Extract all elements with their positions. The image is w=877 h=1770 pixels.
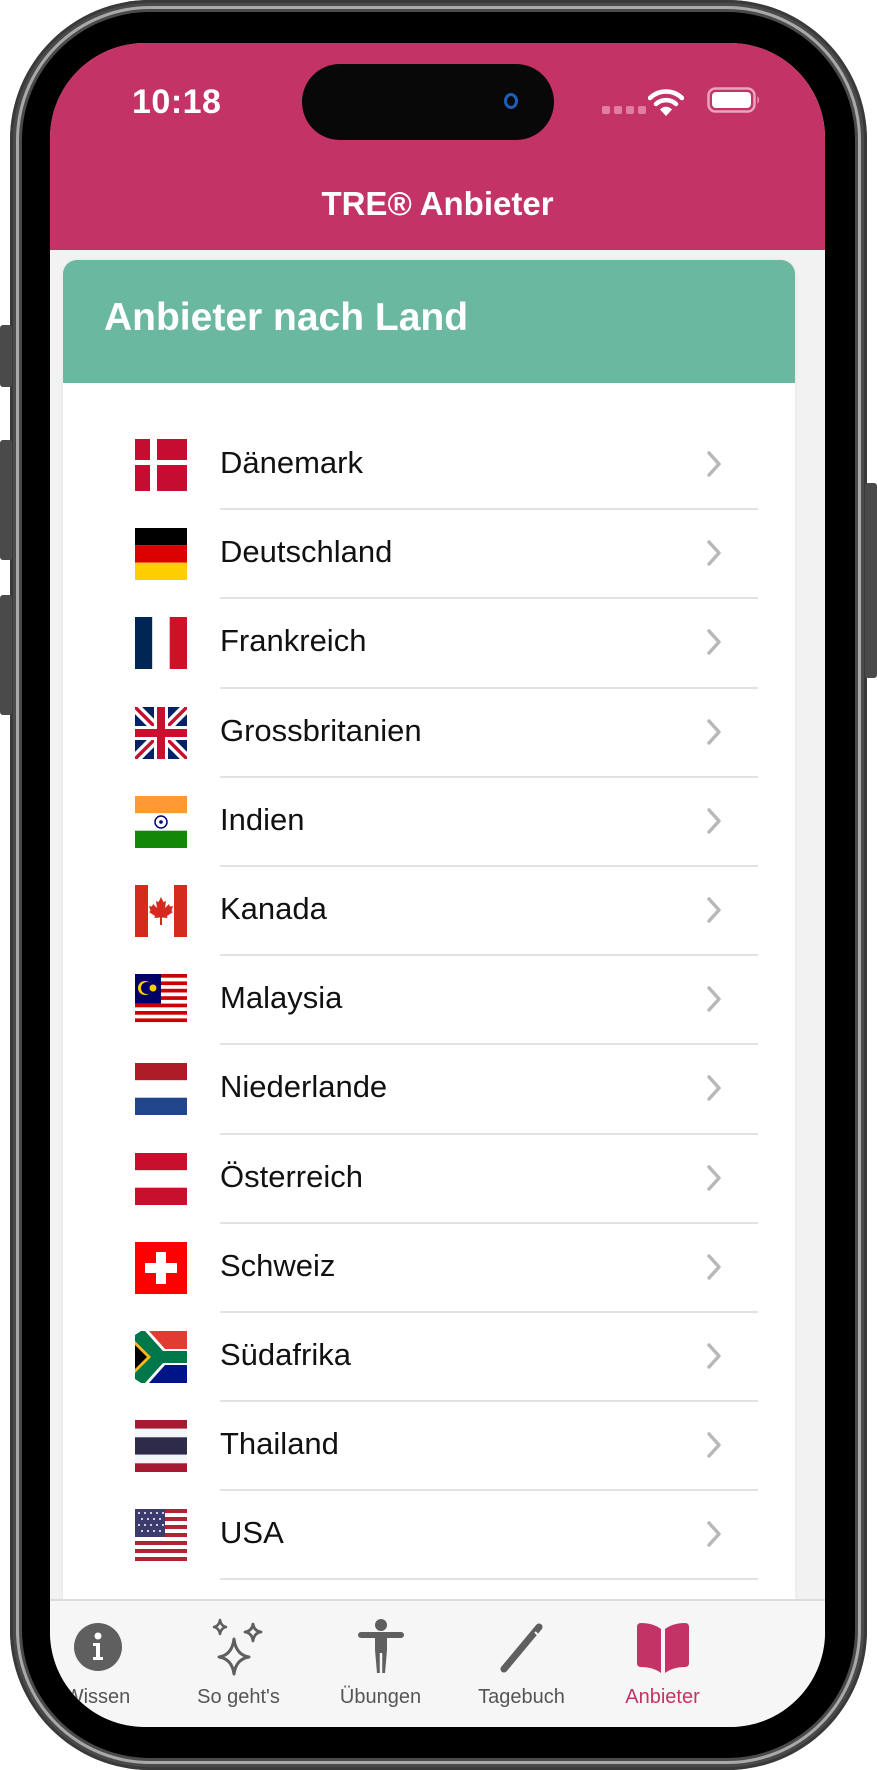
- country-label: Österreich: [220, 1158, 363, 1194]
- country-row[interactable]: USA: [63, 1491, 795, 1581]
- country-row[interactable]: Kanada: [63, 867, 795, 957]
- action-button: [0, 325, 12, 387]
- dynamic-island: [302, 64, 554, 140]
- austria-flag-icon: [135, 1152, 187, 1205]
- chevron-right-icon: [707, 1343, 721, 1369]
- chevron-right-icon: [707, 1164, 721, 1191]
- country-label: Südafrika: [220, 1336, 351, 1372]
- country-row[interactable]: Dänemark: [63, 421, 795, 511]
- chevron-right-icon: [707, 1432, 721, 1458]
- cellular-signal-icon: [602, 106, 646, 114]
- country-label: USA: [220, 1515, 284, 1551]
- south-africa-flag-icon: [135, 1330, 187, 1383]
- switzerland-flag-icon: [135, 1241, 187, 1294]
- country-list: Dänemark Deutschland Frankreich Grossbritan…: [63, 421, 795, 1581]
- chevron-right-icon: [707, 808, 721, 834]
- page-title: TRE® Anbieter: [321, 185, 554, 222]
- volume-down-button: [0, 595, 12, 715]
- chevron-right-icon: [707, 1075, 721, 1102]
- country-row[interactable]: Schweiz: [63, 1224, 795, 1313]
- tab-wissen[interactable]: Wissen: [50, 1601, 175, 1727]
- usa-flag-icon: [135, 1509, 187, 1562]
- wifi-icon: [648, 89, 684, 116]
- navigation-header: 10:18 TRE® Anbieter: [50, 43, 825, 250]
- tab-anbieter[interactable]: Anbieter: [585, 1601, 740, 1727]
- content-area: Anbieter nach Land Dänemark Deutschland Fr…: [50, 250, 825, 1599]
- tab-bar: Wissen So geht's Übungen Tagebuch Anbieter: [50, 1599, 825, 1727]
- country-label: Deutschland: [220, 534, 393, 570]
- camera-icon: [504, 93, 518, 109]
- country-label: Grossbritanien: [220, 712, 422, 748]
- chevron-right-icon: [707, 718, 721, 745]
- country-row[interactable]: Indien: [63, 778, 795, 867]
- book-icon: [633, 1617, 693, 1677]
- country-label: Dänemark: [220, 445, 363, 480]
- volume-up-button: [0, 440, 12, 560]
- chevron-right-icon: [707, 1253, 721, 1280]
- country-row[interactable]: Thailand: [63, 1402, 795, 1492]
- country-label: Kanada: [220, 890, 327, 926]
- country-label: Indien: [220, 801, 305, 837]
- tab-label: Wissen: [64, 1686, 131, 1708]
- chevron-right-icon: [707, 1521, 721, 1547]
- country-row[interactable]: Südafrika: [63, 1313, 795, 1403]
- tab-label: Anbieter: [625, 1686, 700, 1708]
- country-row[interactable]: Niederlande: [63, 1045, 795, 1135]
- provider-card: Anbieter nach Land Dänemark Deutschland Fr…: [63, 260, 795, 1599]
- country-row[interactable]: Frankreich: [63, 599, 795, 689]
- sparkles-icon: [209, 1617, 269, 1677]
- country-label: Thailand: [220, 1426, 339, 1462]
- netherlands-flag-icon: [135, 1063, 187, 1116]
- section-header: Anbieter nach Land: [63, 260, 795, 383]
- uk-flag-icon: [135, 706, 187, 759]
- status-time: 10:18: [132, 83, 222, 121]
- tab-label: So geht's: [197, 1686, 280, 1708]
- country-label: Malaysia: [220, 980, 343, 1016]
- info-circle-icon: [68, 1617, 128, 1677]
- tab-übungen[interactable]: Übungen: [303, 1601, 458, 1727]
- tab-label: Übungen: [339, 1686, 422, 1708]
- chevron-right-icon: [707, 540, 721, 566]
- row-separator: [220, 1578, 758, 1581]
- country-row[interactable]: Malaysia: [63, 956, 795, 1046]
- tab-so-geht-s[interactable]: So geht's: [161, 1601, 316, 1727]
- thailand-flag-icon: [135, 1420, 187, 1473]
- germany-flag-icon: [135, 528, 187, 581]
- figure-icon: [351, 1617, 411, 1677]
- india-flag-icon: [135, 795, 187, 848]
- country-row[interactable]: Grossbritanien: [63, 689, 795, 778]
- tab-label: Tagebuch: [478, 1686, 565, 1708]
- country-row[interactable]: Deutschland: [63, 510, 795, 600]
- pencil-icon: [492, 1617, 552, 1677]
- country-row[interactable]: Österreich: [63, 1135, 795, 1224]
- section-title: Anbieter nach Land: [104, 296, 469, 339]
- country-label: Schweiz: [220, 1247, 336, 1283]
- france-flag-icon: [135, 617, 187, 670]
- canada-flag-icon: [135, 884, 187, 937]
- country-label: Frankreich: [220, 623, 367, 659]
- denmark-flag-icon: [135, 439, 187, 491]
- chevron-right-icon: [707, 897, 721, 923]
- tab-tagebuch[interactable]: Tagebuch: [444, 1601, 599, 1727]
- country-label: Niederlande: [220, 1069, 388, 1105]
- malaysia-flag-icon: [135, 974, 187, 1027]
- screen: 10:18 TRE® Anbieter Anbieter nach Land D…: [50, 43, 825, 1727]
- chevron-right-icon: [707, 629, 721, 656]
- battery-icon: [707, 87, 759, 113]
- power-button: [865, 483, 877, 678]
- chevron-right-icon: [707, 451, 721, 477]
- chevron-right-icon: [707, 986, 721, 1012]
